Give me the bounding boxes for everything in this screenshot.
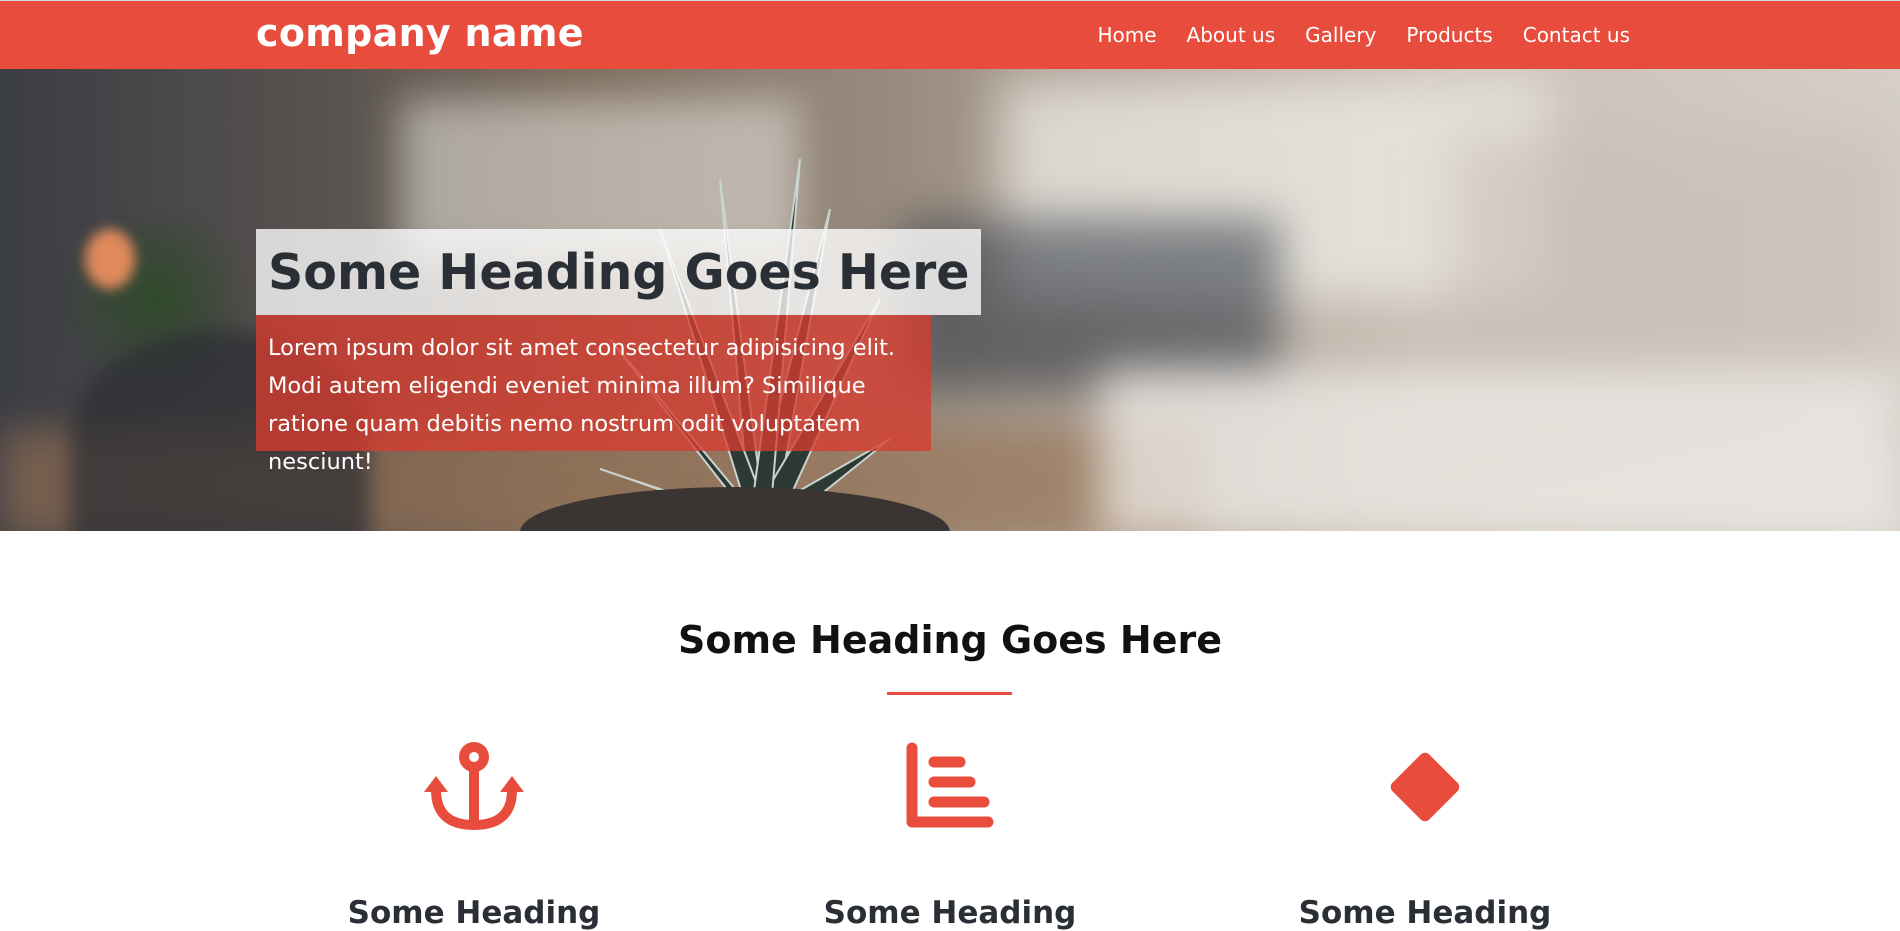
- brand-logo[interactable]: company name: [256, 11, 584, 55]
- anchor-icon: [424, 742, 524, 830]
- nav-link-about[interactable]: About us: [1187, 23, 1276, 47]
- section-title: Some Heading Goes Here: [677, 618, 1222, 662]
- nav-link-contact[interactable]: Contact us: [1523, 23, 1630, 47]
- feature-title: Some Heading: [823, 895, 1077, 931]
- hero-text: Lorem ipsum dolor sit amet consectetur a…: [268, 335, 896, 475]
- section-divider: [887, 692, 1012, 695]
- feature-title: Some Heading: [1298, 895, 1552, 931]
- hero-text-box: Lorem ipsum dolor sit amet consectetur a…: [256, 315, 931, 475]
- nav-link-gallery[interactable]: Gallery: [1305, 23, 1376, 47]
- feature-card: Some Heading: [800, 740, 1100, 931]
- nav-link-products[interactable]: Products: [1406, 23, 1492, 47]
- hero-banner: Some Heading Goes Here Lorem ipsum dolor…: [0, 69, 1900, 531]
- feature-card: Some Heading: [1275, 740, 1575, 931]
- nav-link-home[interactable]: Home: [1097, 23, 1156, 47]
- hero-heading-box: Some Heading Goes Here: [256, 229, 982, 315]
- diamond-icon: [1390, 752, 1460, 822]
- feature-card: Some Heading: [324, 740, 624, 931]
- hero-background-desk: [1100, 369, 1900, 531]
- navbar: company name Home About us Gallery Produ…: [0, 0, 1900, 69]
- hero-heading: Some Heading Goes Here: [268, 243, 970, 301]
- hero-background-light: [85, 229, 135, 289]
- bar-chart-icon: [906, 742, 994, 828]
- feature-title: Some Heading: [347, 895, 601, 931]
- nav-links: Home About us Gallery Products Contact u…: [1097, 23, 1630, 47]
